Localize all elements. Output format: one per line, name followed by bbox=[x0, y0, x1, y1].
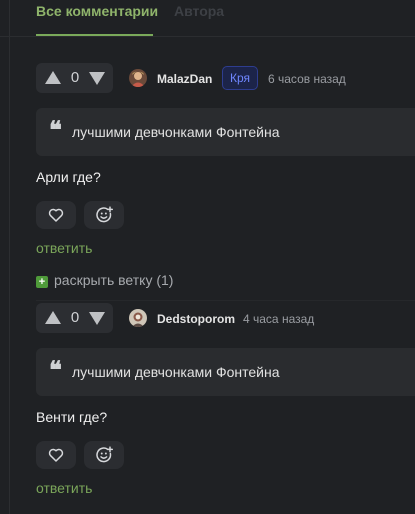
heart-icon bbox=[48, 448, 64, 462]
quote-block: ❝ лучшими девчонками Фонтейна bbox=[36, 108, 415, 156]
thread-rule bbox=[9, 0, 10, 514]
quote-text: лучшими девчонками Фонтейна bbox=[72, 124, 280, 140]
add-reaction-icon bbox=[96, 446, 113, 463]
avatar[interactable] bbox=[129, 309, 147, 327]
vote-count: 0 bbox=[70, 69, 80, 86]
timestamp[interactable]: 6 часов назад bbox=[268, 72, 346, 86]
add-reaction-icon bbox=[96, 206, 113, 223]
expand-plus-icon: + bbox=[36, 276, 48, 288]
downvote-icon[interactable] bbox=[89, 72, 105, 85]
username[interactable]: MalazDan bbox=[157, 72, 212, 86]
upvote-icon[interactable] bbox=[45, 71, 61, 84]
vote-widget: 0 bbox=[36, 303, 113, 333]
timestamp[interactable]: 4 часа назад bbox=[243, 312, 314, 326]
add-reaction-button[interactable] bbox=[84, 441, 124, 469]
vote-count: 0 bbox=[70, 309, 80, 326]
username[interactable]: Dedstoporom bbox=[157, 312, 235, 326]
upvote-icon[interactable] bbox=[45, 311, 61, 324]
add-reaction-button[interactable] bbox=[84, 201, 124, 229]
comments-page: Все комментарии Автора 0 MalazDan Кря 6 … bbox=[0, 0, 415, 514]
quote-icon: ❝ bbox=[49, 115, 62, 144]
expand-thread-link[interactable]: + раскрыть ветку (1) bbox=[36, 272, 173, 288]
expand-thread-label: раскрыть ветку (1) bbox=[54, 272, 174, 288]
comment-text: Венти где? bbox=[36, 409, 108, 425]
reply-link[interactable]: ответить bbox=[36, 480, 92, 496]
quote-block: ❝ лучшими девчонками Фонтейна bbox=[36, 348, 415, 396]
comment-divider bbox=[36, 300, 415, 301]
comment-tabs: Все комментарии Автора bbox=[0, 0, 415, 37]
vote-widget: 0 bbox=[36, 63, 113, 93]
tab-author[interactable]: Автора bbox=[174, 2, 224, 20]
reply-link[interactable]: ответить bbox=[36, 240, 92, 256]
tab-all-comments[interactable]: Все комментарии bbox=[36, 2, 158, 20]
quote-icon: ❝ bbox=[49, 355, 62, 384]
heart-icon bbox=[48, 208, 64, 222]
quote-text: лучшими девчонками Фонтейна bbox=[72, 364, 280, 380]
user-badge: Кря bbox=[222, 66, 258, 90]
downvote-icon[interactable] bbox=[89, 312, 105, 325]
like-button[interactable] bbox=[36, 201, 76, 229]
avatar[interactable] bbox=[129, 69, 147, 87]
comment-text: Арли где? bbox=[36, 169, 101, 185]
like-button[interactable] bbox=[36, 441, 76, 469]
active-tab-underline bbox=[36, 34, 153, 36]
